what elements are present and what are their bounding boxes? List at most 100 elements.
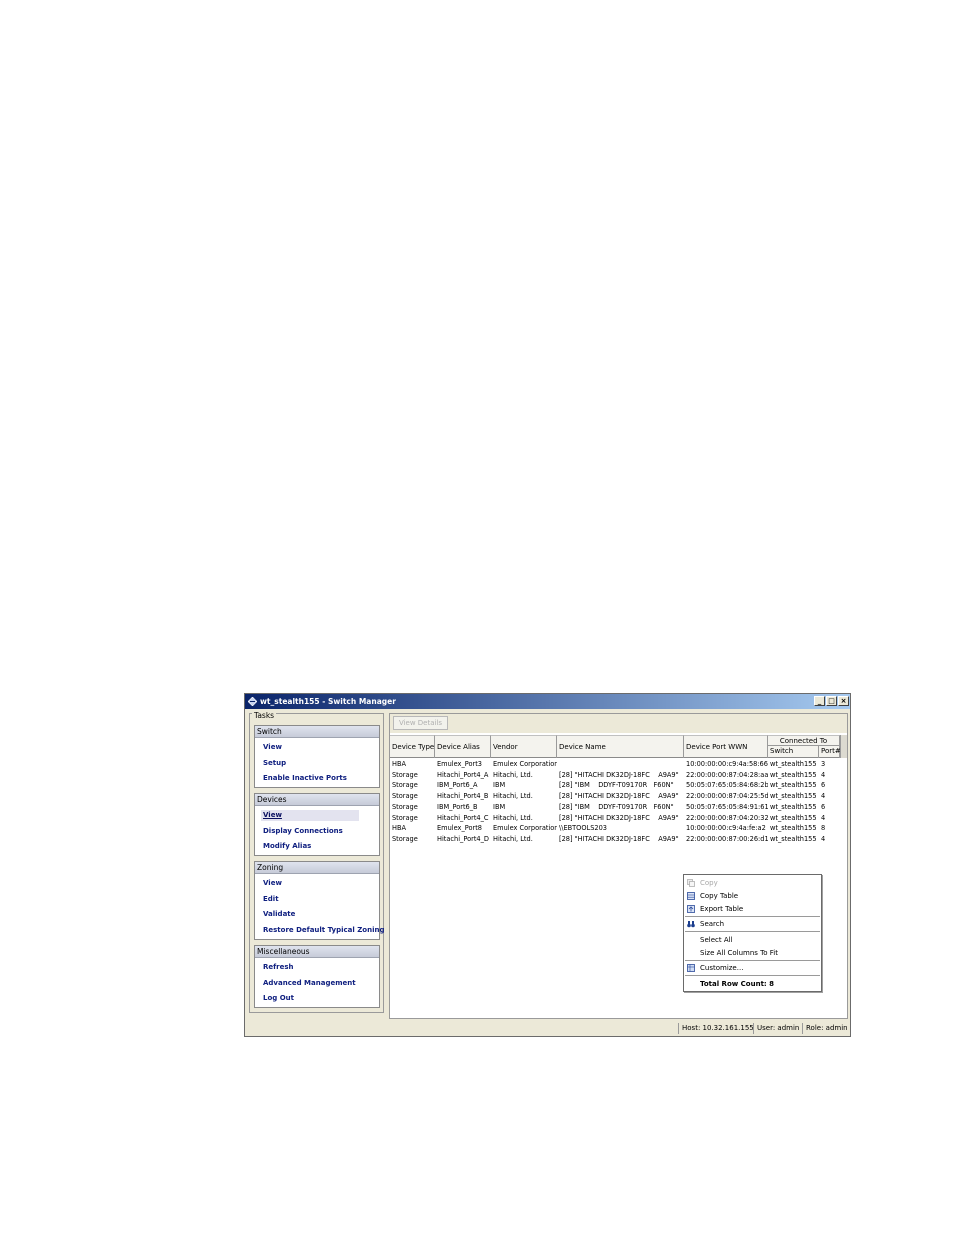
device-name-cell: \\EBTOOLS203 (559, 824, 607, 833)
view-details-button[interactable]: View Details (393, 716, 448, 730)
switch-cell: wt_stealth155 (770, 792, 817, 801)
vendor-cell: Hitachi, Ltd. (493, 792, 533, 801)
col-connected-to: Connected To (768, 735, 840, 746)
device-port-wwn-cell: 50:05:07:65:05:84:91:61 (686, 802, 768, 811)
zoning-validate-link[interactable]: Validate (263, 910, 295, 918)
tasks-group: Tasks Switch View Setup Enable Inactive … (249, 711, 384, 1013)
switch-app-icon (248, 697, 257, 706)
size-columns-menu-item[interactable]: Size All Columns To Fit (700, 949, 778, 957)
table-row[interactable]: HBA Emulex_Port8 Emulex Corporation \\EBTOO… (390, 823, 840, 834)
col-device-port-wwn[interactable]: Device Port WWN (684, 735, 768, 758)
device-alias-cell: Emulex_Port3 (437, 760, 483, 768)
zoning-edit-link[interactable]: Edit (263, 895, 279, 903)
table-row[interactable]: HBA Emulex_Port3 Emulex Corporation 10:00:0… (390, 759, 840, 770)
status-host: Host: 10.32.161.155 (678, 1023, 754, 1034)
switch-panel: Switch View Setup Enable Inactive Ports (254, 725, 380, 788)
copy-icon (687, 879, 695, 887)
table-row[interactable]: Storage Hitachi_Port4_A Hitachi, Ltd. [28] … (390, 770, 840, 781)
table-row[interactable]: Storage IBM_Port6_A IBM [28] "IBM DDYF-T091… (390, 780, 840, 791)
switch-cell: wt_stealth155 (770, 824, 817, 833)
total-row-count: Total Row Count: 8 (700, 980, 775, 988)
device-alias-cell: IBM_Port6_B (437, 802, 478, 811)
menu-separator (685, 916, 820, 917)
devices-view-link[interactable]: View (263, 811, 282, 819)
select-all-menu-item[interactable]: Select All (700, 936, 733, 944)
search-menu-item[interactable]: Search (700, 920, 724, 928)
enable-inactive-ports-link[interactable]: Enable Inactive Ports (263, 774, 347, 782)
col-device-type[interactable]: Device Type (390, 735, 435, 758)
table-header: Device Type Device Alias Vendor Device N… (390, 735, 841, 758)
devices-panel-header[interactable]: Devices (255, 794, 379, 806)
switch-panel-header[interactable]: Switch (255, 726, 379, 738)
window-title: wt_stealth155 - Switch Manager (260, 697, 396, 706)
zoning-panel-header[interactable]: Zoning (255, 862, 379, 874)
port-cell: 4 (821, 813, 826, 822)
device-alias-cell: Hitachi_Port4_B (437, 792, 489, 801)
table-row[interactable]: Storage Hitachi_Port4_D Hitachi, Ltd. [28] … (390, 834, 840, 845)
port-cell: 8 (821, 824, 826, 833)
vendor-cell: Emulex Corporation (493, 824, 557, 833)
switch-view-link[interactable]: View (263, 743, 282, 751)
display-connections-link[interactable]: Display Connections (263, 827, 343, 835)
col-port[interactable]: Port# (819, 746, 841, 758)
port-cell: 6 (821, 802, 826, 811)
switch-cell: wt_stealth155 (770, 813, 817, 822)
close-button[interactable]: × (838, 696, 849, 706)
device-name-cell: [28] "HITACHI DK32DJ-18FC A9A9" (559, 813, 679, 822)
modify-alias-link[interactable]: Modify Alias (263, 842, 311, 850)
port-cell: 3 (821, 760, 826, 768)
maximize-button[interactable]: □ (826, 696, 837, 706)
copy-table-menu-item[interactable]: Copy Table (700, 892, 738, 900)
port-cell: 4 (821, 770, 826, 779)
copy-menu-item[interactable]: Copy (700, 879, 718, 887)
menu-separator (685, 975, 820, 976)
advanced-management-link[interactable]: Advanced Management (263, 979, 356, 987)
devices-content: View Details Device Type Device Alias Ve… (389, 713, 848, 1019)
device-type-cell: HBA (392, 824, 406, 833)
table-context-menu: Copy Copy Table Export Table Search Sele… (683, 874, 822, 992)
table-row[interactable]: Storage IBM_Port6_B IBM [28] "IBM DDYF-T091… (390, 802, 840, 813)
device-name-cell: [28] "HITACHI DK32DJ-18FC A9A9" (559, 834, 679, 843)
col-device-alias[interactable]: Device Alias (435, 735, 491, 758)
minimize-button[interactable]: _ (814, 696, 825, 706)
device-type-cell: Storage (392, 781, 418, 790)
vendor-cell: Emulex Corporation (493, 760, 557, 768)
port-cell: 4 (821, 792, 826, 801)
menu-separator (685, 931, 820, 932)
device-alias-cell: Hitachi_Port4_C (437, 813, 489, 822)
switch-cell: wt_stealth155 (770, 760, 817, 768)
devices-panel: Devices View Display Connections Modify … (254, 793, 380, 856)
table-row[interactable]: Storage Hitachi_Port4_C Hitachi, Ltd. [28] … (390, 813, 840, 824)
title-bar[interactable]: wt_stealth155 - Switch Manager _ □ × (245, 694, 850, 709)
status-bar: Host: 10.32.161.155 User: admin Role: ad… (245, 1020, 850, 1036)
switch-setup-link[interactable]: Setup (263, 759, 286, 767)
device-type-cell: Storage (392, 792, 418, 801)
zoning-view-link[interactable]: View (263, 879, 282, 887)
refresh-link[interactable]: Refresh (263, 963, 294, 971)
device-alias-cell: Hitachi_Port4_A (437, 770, 489, 779)
customize-menu-item[interactable]: Customize... (700, 964, 743, 972)
export-table-menu-item[interactable]: Export Table (700, 905, 743, 913)
device-type-cell: Storage (392, 834, 418, 843)
col-device-name[interactable]: Device Name (557, 735, 684, 758)
log-out-link[interactable]: Log Out (263, 994, 294, 1002)
port-cell: 4 (821, 834, 826, 843)
restore-default-zoning-link[interactable]: Restore Default Typical Zoning (263, 926, 384, 934)
copy-table-icon (687, 892, 695, 900)
vendor-cell: Hitachi, Ltd. (493, 770, 533, 779)
vendor-cell: IBM (493, 781, 506, 790)
menu-separator (685, 960, 820, 961)
device-type-cell: HBA (392, 760, 406, 768)
col-vendor[interactable]: Vendor (491, 735, 557, 758)
miscellaneous-panel: Miscellaneous Refresh Advanced Managemen… (254, 945, 380, 1008)
device-name-cell: [28] "IBM DDYF-T09170R F60N" (559, 781, 674, 790)
device-port-wwn-cell: 22:00:00:00:87:04:20:32 (686, 813, 768, 822)
col-switch[interactable]: Switch (768, 746, 819, 758)
table-row[interactable]: Storage Hitachi_Port4_B Hitachi, Ltd. [28] … (390, 791, 840, 802)
port-cell: 6 (821, 781, 826, 790)
tasks-label: Tasks (252, 711, 277, 720)
switch-manager-window: wt_stealth155 - Switch Manager _ □ × Tas… (244, 693, 851, 1037)
vendor-cell: Hitachi, Ltd. (493, 834, 533, 843)
miscellaneous-panel-header[interactable]: Miscellaneous (255, 946, 379, 958)
customize-table-icon (687, 964, 695, 972)
